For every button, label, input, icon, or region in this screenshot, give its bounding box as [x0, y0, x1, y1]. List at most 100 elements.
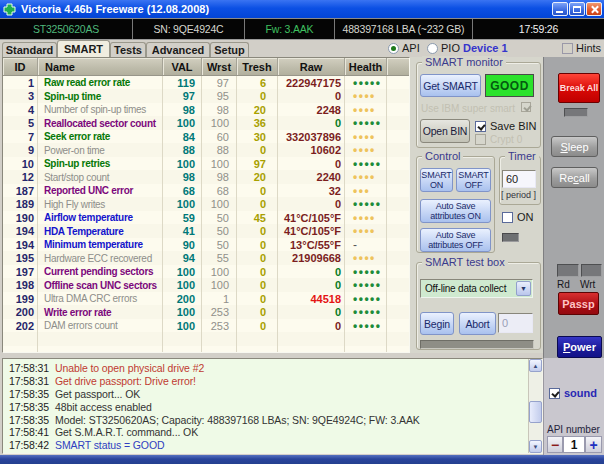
- header-val[interactable]: VAL: [163, 58, 202, 75]
- hints-checkbox[interactable]: [562, 43, 573, 54]
- api-radio[interactable]: [388, 43, 399, 54]
- log-message: Get S.M.A.R.T. command... OK: [47, 426, 198, 438]
- table-row[interactable]: 12 Start/stop count 98 98 20 2240 ••••: [3, 171, 409, 185]
- health-dots: ••••: [345, 89, 387, 103]
- crypt-checkbox[interactable]: [475, 134, 486, 145]
- title-bar: Victoria 4.46b Freeware (12.08.2008): [0, 0, 604, 18]
- header-wrst[interactable]: Wrst: [202, 58, 237, 75]
- sound-checkbox[interactable]: [549, 388, 560, 399]
- health-dots: ••••: [345, 130, 387, 144]
- table-row[interactable]: 10 Spin-up retries 100 100 97 0 •••••: [3, 157, 409, 171]
- scroll-up-icon[interactable]: ▲: [529, 359, 542, 372]
- timer-input[interactable]: 60: [502, 170, 536, 188]
- table-row[interactable]: 200 Write error rate 100 253 0 0 •••••: [3, 306, 409, 320]
- grid-line: [201, 76, 202, 352]
- ibm-smart-label: Use IBM super smart: [421, 103, 515, 114]
- table-row[interactable]: 7 Seek error rate 84 60 30 332037896 •••…: [3, 130, 409, 144]
- log-message: SMART status = GOOD: [47, 439, 164, 451]
- header-tresh[interactable]: Tresh: [237, 58, 278, 75]
- tab-setup[interactable]: Setup: [210, 42, 249, 57]
- table-row[interactable]: 194 HDA Temperature 41 50 0 41°C/105°F •…: [3, 225, 409, 239]
- minimize-icon: [556, 11, 563, 13]
- table-header: ID Name VAL Wrst Tresh Raw Health: [3, 58, 409, 76]
- health-dots: •••••: [345, 197, 387, 211]
- health-dots: ••••: [345, 170, 387, 184]
- table-row[interactable]: 187 Reported UNC error 68 68 0 32 •••: [3, 184, 409, 198]
- smart-off-button[interactable]: SMART OFF: [456, 168, 491, 192]
- log-line: 17:58:31 Unable to open physical drive #…: [3, 362, 542, 375]
- ibm-smart-checkbox[interactable]: [521, 102, 531, 112]
- begin-button[interactable]: Begin: [420, 312, 454, 335]
- test-counter-field[interactable]: 0: [498, 313, 533, 333]
- recall-button[interactable]: Recall: [551, 167, 598, 188]
- chevron-down-icon[interactable]: ▼: [516, 281, 531, 296]
- get-smart-button[interactable]: Get SMART: [420, 74, 481, 97]
- pio-radio[interactable]: [427, 43, 438, 54]
- save-bin-checkbox[interactable]: [475, 121, 486, 132]
- table-row[interactable]: 198 Offline scan UNC sectors 100 100 0 0…: [3, 279, 409, 293]
- timer-period-label: [ period ]: [501, 190, 536, 200]
- maximize-button[interactable]: [569, 2, 585, 16]
- tab-tests[interactable]: Tests: [110, 42, 146, 57]
- table-row[interactable]: 194 Minimum temperature 90 50 0 13°C/55°…: [3, 238, 409, 252]
- header-name[interactable]: Name: [38, 58, 163, 75]
- header-health[interactable]: Health: [345, 58, 387, 75]
- log-message: Get passport... OK: [47, 388, 140, 400]
- crypt-label: Crypt 0: [490, 134, 522, 145]
- timer-indicator: [502, 233, 519, 242]
- smart-on-button[interactable]: SMART ON: [420, 168, 453, 192]
- health-dots: •••••: [345, 319, 387, 333]
- sleep-button[interactable]: Sleep: [551, 136, 598, 157]
- grid-line: [37, 76, 38, 352]
- table-body: 1 Raw read error rate 119 97 6 222947175…: [3, 76, 409, 352]
- table-row[interactable]: 5 Reallocated sector count 100 100 36 0 …: [3, 117, 409, 131]
- grid-line: [162, 76, 163, 352]
- test-select-value: Off-line data collect: [421, 283, 516, 294]
- timer-on-checkbox[interactable]: [502, 212, 513, 223]
- health-dots: ••••: [345, 211, 387, 225]
- table-row[interactable]: 190 Airflow temperature 59 50 45 41°C/10…: [3, 211, 409, 225]
- auto-save-off-button[interactable]: Auto Save attributes OFF: [420, 228, 491, 252]
- log-scrollbar[interactable]: ▲ ▼: [528, 359, 542, 453]
- tab-bar: Standard SMART Tests Advanced Setup API …: [0, 40, 604, 57]
- table-row[interactable]: 199 Ultra DMA CRC errors 200 1 0 44518 •…: [3, 292, 409, 306]
- sound-checkbox-label: sound: [564, 387, 597, 399]
- write-indicator: [581, 264, 602, 277]
- bottom-right-panel: sound API number − 1 +: [543, 358, 604, 455]
- health-dots: •••••: [345, 278, 387, 292]
- health-dots: •••••: [345, 292, 387, 306]
- api-number-increment[interactable]: +: [585, 436, 602, 453]
- break-all-button[interactable]: Break All: [558, 73, 600, 103]
- tab-smart[interactable]: SMART: [57, 40, 110, 57]
- table-row[interactable]: 197 Current pending sectors 100 100 0 0 …: [3, 265, 409, 279]
- auto-save-on-button[interactable]: Auto Save attributes ON: [420, 199, 491, 223]
- tab-advanced[interactable]: Advanced: [146, 42, 210, 57]
- table-row[interactable]: 4 Number of spin-up times 98 98 20 2248 …: [3, 103, 409, 117]
- close-button[interactable]: [586, 2, 602, 16]
- passport-button[interactable]: Passp: [558, 292, 599, 315]
- tab-standard[interactable]: Standard: [2, 42, 57, 57]
- api-number-decrement[interactable]: −: [547, 436, 563, 453]
- abort-button[interactable]: Abort: [459, 312, 496, 335]
- right-rail: Break All Sleep Recall Rd Wrt Passp Powe…: [543, 57, 604, 358]
- table-row[interactable]: 195 Hardware ECC recovered 94 55 0 21909…: [3, 252, 409, 266]
- minimize-button[interactable]: [552, 2, 568, 16]
- log-timestamp: 17:58:35: [3, 388, 47, 400]
- table-row[interactable]: 202 DAM errors count 100 253 0 0 •••••: [3, 319, 409, 333]
- table-row[interactable]: 1 Raw read error rate 119 97 6 222947175…: [3, 76, 409, 90]
- table-row[interactable]: 189 High Fly writes 100 100 0 0 •••••: [3, 198, 409, 212]
- scroll-down-icon[interactable]: ▼: [529, 440, 542, 453]
- header-raw[interactable]: Raw: [278, 58, 345, 75]
- smart-attributes-table: ID Name VAL Wrst Tresh Raw Health 1 Raw …: [2, 57, 410, 353]
- header-id[interactable]: ID: [3, 58, 38, 75]
- scroll-thumb[interactable]: [529, 401, 542, 423]
- test-select[interactable]: Off-line data collect ▼: [420, 279, 533, 298]
- power-button[interactable]: Power: [557, 336, 602, 358]
- health-dots: ••••: [345, 143, 387, 157]
- health-dots: •••••: [345, 305, 387, 319]
- log-message: Model: ST3250620AS; Capacity: 488397168 …: [47, 414, 420, 426]
- open-bin-button[interactable]: Open BIN: [420, 119, 470, 143]
- table-row[interactable]: 3 Spin-up time 97 95 0 0 ••••: [3, 90, 409, 104]
- table-row[interactable]: 9 Power-on time 88 88 0 10602 ••••: [3, 144, 409, 158]
- device-label: Device 1: [463, 42, 508, 54]
